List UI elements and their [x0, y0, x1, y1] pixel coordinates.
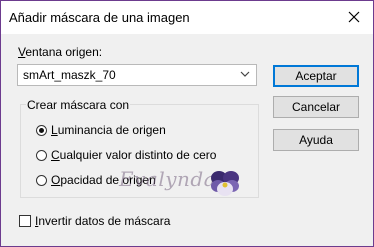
- pansy-flower-icon: [211, 171, 239, 196]
- invert-mask-checkbox-row[interactable]: Invertir datos de máscara: [19, 214, 170, 228]
- radio-luminance-label: Luminancia de origen: [51, 123, 166, 137]
- radio-any-nonzero-label: Cualquier valor distinto de cero: [51, 148, 217, 162]
- radio-button[interactable]: [36, 149, 47, 161]
- radio-any-nonzero[interactable]: Cualquier valor distinto de cero: [36, 148, 216, 162]
- invert-mask-label: Invertir datos de máscara: [35, 214, 171, 228]
- radio-luminance[interactable]: Luminancia de origen: [36, 123, 166, 137]
- close-button[interactable]: [341, 5, 367, 29]
- watermark: Evalynda: [119, 167, 247, 203]
- invert-mask-checkbox[interactable]: [19, 215, 31, 227]
- radio-button[interactable]: [36, 174, 47, 186]
- source-window-label: Ventana origen:: [18, 45, 103, 59]
- watermark-text: Evalynda: [119, 167, 217, 191]
- close-icon: [348, 11, 360, 23]
- title-bar: Añadir máscara de una imagen: [1, 1, 373, 34]
- window-title: Añadir máscara de una imagen: [9, 10, 190, 25]
- source-window-value: smArt_maszk_70: [23, 68, 116, 82]
- help-button[interactable]: Ayuda: [273, 129, 359, 151]
- accept-button[interactable]: Aceptar: [273, 65, 359, 87]
- source-window-select[interactable]: smArt_maszk_70: [17, 64, 257, 86]
- dialog-window: Añadir máscara de una imagen Ventana ori…: [0, 0, 374, 247]
- mask-source-legend: Crear máscara con: [26, 98, 131, 112]
- radio-button-selected[interactable]: [36, 124, 47, 136]
- chevron-down-icon: [240, 71, 250, 77]
- cancel-button[interactable]: Cancelar: [273, 96, 359, 118]
